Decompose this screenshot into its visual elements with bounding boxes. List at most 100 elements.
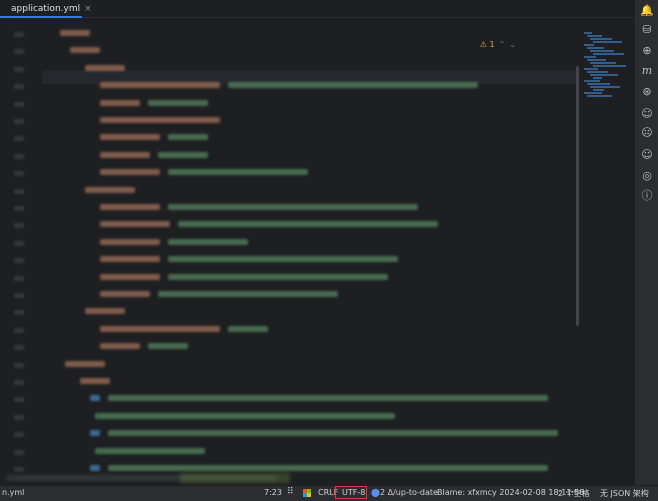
code-token (168, 204, 418, 210)
code-token (100, 221, 170, 228)
face2-icon[interactable]: ☺ (640, 148, 654, 162)
settings-grid-icon[interactable]: ⠿ (287, 487, 294, 497)
status-indent[interactable]: 2 个空格 (558, 488, 590, 499)
code-token (100, 151, 150, 158)
minimap-line (587, 35, 602, 37)
code-token (90, 430, 100, 437)
minimap-line (584, 92, 602, 94)
line-number (14, 467, 24, 472)
line-number (14, 84, 24, 90)
code-token (168, 238, 248, 245)
info-icon[interactable]: ⓘ (640, 189, 654, 203)
status-schema[interactable]: 无 JSON 架构 (600, 488, 649, 499)
code-token (168, 256, 398, 263)
globe-icon[interactable]: ◎ (640, 169, 654, 183)
inspection-widget[interactable]: ⚠ 1 ⌃ ⌄ (480, 40, 516, 49)
code-token (90, 465, 100, 471)
line-number (14, 171, 24, 177)
maven-icon[interactable]: m (640, 64, 654, 78)
vcs-icon: ⬤ (371, 488, 380, 497)
code-token (100, 82, 220, 89)
code-token (80, 378, 110, 384)
close-icon[interactable]: × (84, 4, 92, 14)
blurred-highlight (180, 473, 290, 483)
line-number (14, 380, 24, 385)
code-token (95, 447, 205, 454)
line-number-gutter (0, 18, 42, 473)
line-number (14, 32, 24, 37)
copilot-icon[interactable]: ⊛ (640, 85, 654, 99)
line-number (14, 66, 24, 72)
editor-scrollbar[interactable] (576, 66, 579, 326)
code-token (100, 273, 160, 280)
status-encoding[interactable]: UTF-8 (342, 488, 365, 497)
minimap-line (584, 56, 596, 58)
minimap-line (587, 59, 606, 61)
minimap-line (587, 83, 610, 85)
line-number (14, 153, 24, 159)
minimap-line (593, 65, 626, 67)
code-token (100, 343, 140, 350)
grid-icon[interactable]: ⊕ (640, 44, 654, 58)
minimap-line (590, 74, 618, 76)
minimap-line (590, 86, 620, 88)
code-token (70, 47, 100, 54)
minimap-line (587, 95, 612, 97)
code-token (100, 325, 220, 332)
code-token (100, 291, 150, 297)
code-token (108, 395, 548, 402)
line-number (14, 327, 24, 333)
minimap-line (584, 32, 592, 34)
code-token (100, 256, 160, 263)
line-number (14, 258, 24, 264)
warning-count[interactable]: ⚠ 1 (480, 40, 495, 49)
minimap-line (590, 50, 614, 52)
code-token (60, 30, 90, 36)
line-number (14, 310, 24, 316)
code-token (100, 204, 160, 210)
code-token (95, 412, 395, 419)
code-editor[interactable]: ⚠ 1 ⌃ ⌄ (0, 18, 578, 473)
minimap-line (593, 89, 604, 91)
code-token (108, 430, 558, 437)
minimap-line (584, 44, 594, 46)
next-highlight-icon[interactable]: ⌄ (509, 40, 516, 49)
line-number (14, 240, 24, 246)
code-token (228, 325, 268, 332)
database-icon[interactable]: ⛁ (640, 23, 654, 37)
code-token (85, 186, 135, 193)
minimap[interactable] (580, 18, 634, 108)
code-token (100, 99, 140, 106)
line-number (14, 414, 24, 420)
line-number (14, 432, 24, 438)
code-token (148, 99, 208, 106)
line-number (14, 206, 24, 211)
status-caret-position[interactable]: 7:23 (264, 488, 282, 497)
minimap-line (587, 71, 608, 73)
status-file[interactable]: n.yml (2, 488, 24, 497)
right-tool-window-bar: 🔔 ⛁ ⊕ m ⊛ ☺ ☹ ☺ ◎ ⓘ (634, 0, 658, 485)
line-number (14, 362, 24, 368)
tab-application-yml[interactable]: application.yml × (0, 0, 92, 18)
windows-icon[interactable] (303, 489, 311, 497)
code-token (100, 117, 220, 123)
line-number (14, 136, 24, 142)
status-vcs[interactable]: 2 Δ/up-to-date (380, 488, 438, 497)
minimap-line (593, 53, 624, 55)
minimap-line (587, 47, 604, 49)
code-token (85, 308, 125, 315)
prev-highlight-icon[interactable]: ⌃ (499, 40, 506, 49)
line-number (14, 397, 24, 403)
status-bar: n.yml 7:23 ⠿ CRLF UTF-8 ⬤ 2 Δ/up-to-date… (0, 485, 658, 501)
bell-icon[interactable]: 🔔 (640, 4, 654, 18)
code-token (168, 134, 208, 141)
line-number (14, 345, 24, 351)
robot-icon[interactable]: ☺ (640, 107, 654, 121)
face-icon[interactable]: ☹ (640, 126, 654, 140)
code-token (168, 169, 308, 176)
code-token (158, 151, 208, 158)
editor-tab-bar: application.yml × (0, 0, 634, 18)
code-token (100, 238, 160, 245)
code-token (65, 360, 105, 367)
code-token (90, 395, 100, 402)
